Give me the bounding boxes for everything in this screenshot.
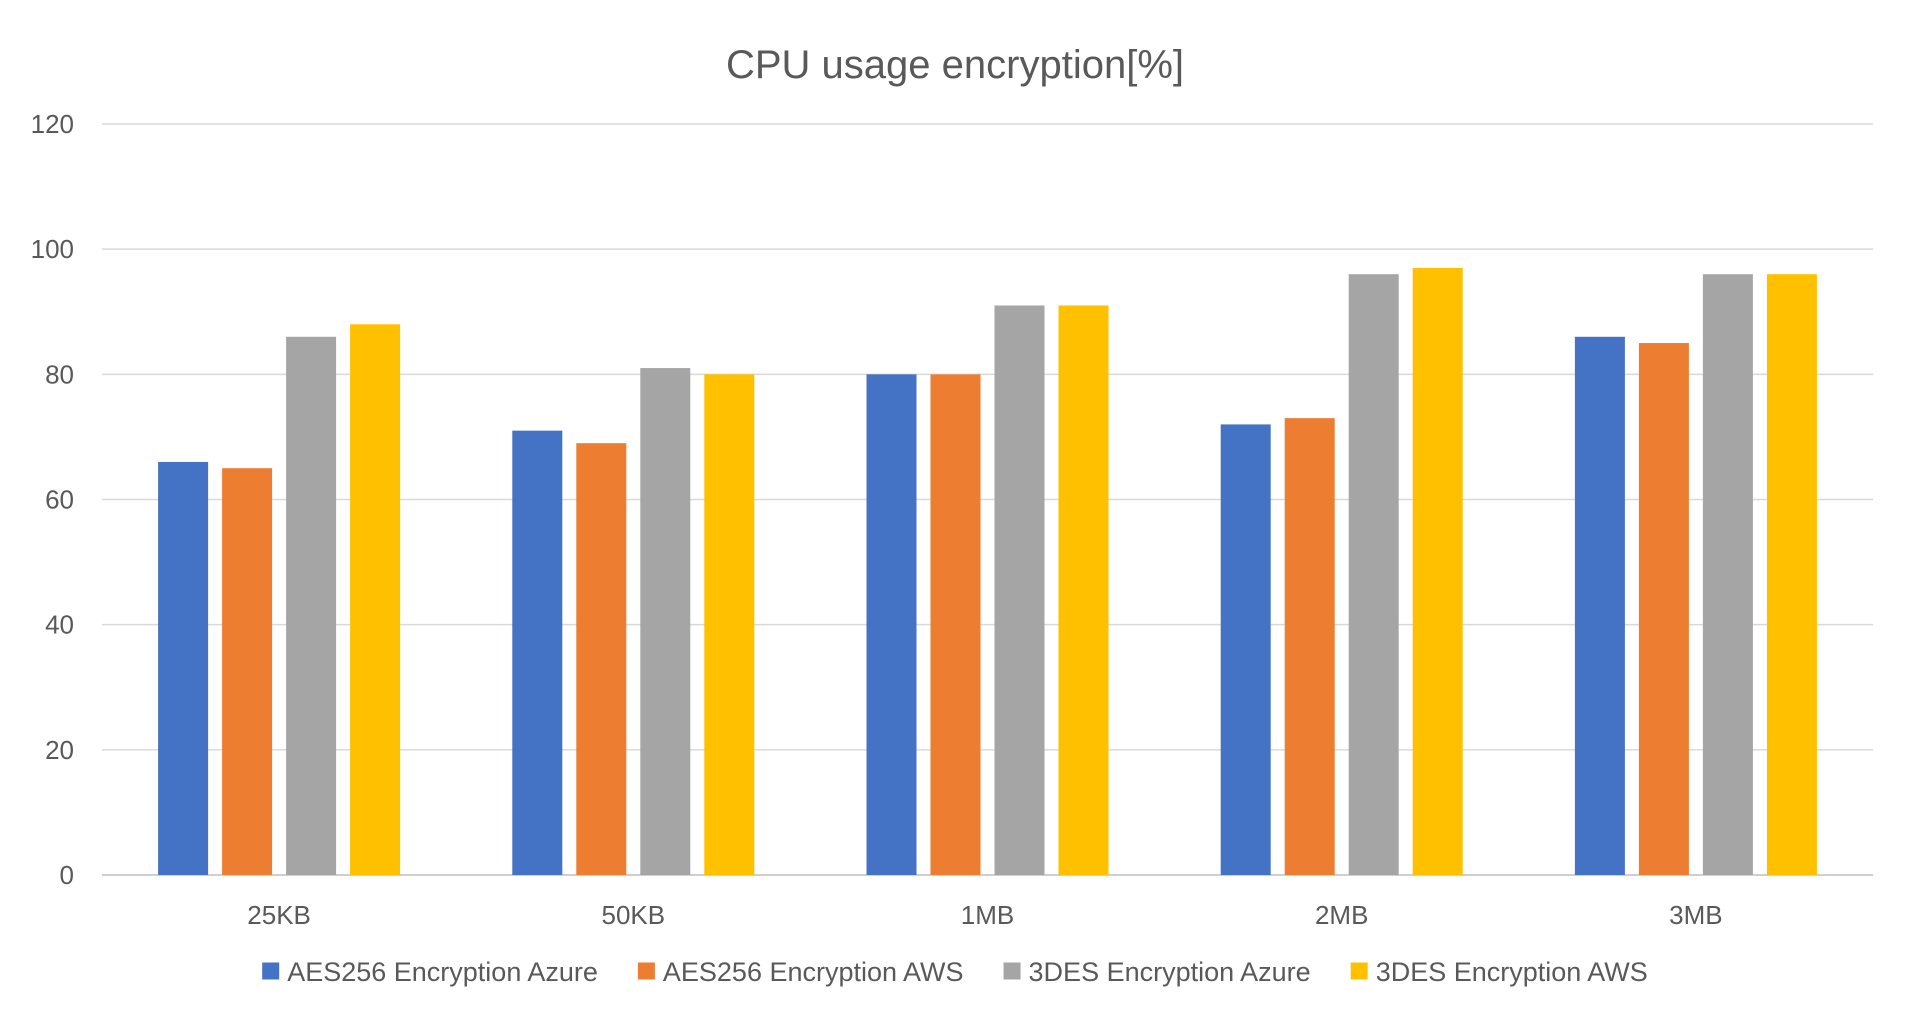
- bar: [640, 368, 691, 875]
- legend-item: AES256 Encryption Azure: [262, 957, 598, 987]
- bar: [866, 374, 917, 875]
- legend-item: 3DES Encryption Azure: [1003, 957, 1311, 987]
- x-category-label: 1MB: [961, 900, 1014, 930]
- legend-swatch: [1350, 962, 1368, 980]
- legend-swatch: [262, 962, 280, 980]
- bar: [576, 443, 627, 875]
- bar: [350, 324, 401, 875]
- bar: [1702, 274, 1753, 875]
- legend-label: 3DES Encryption AWS: [1376, 957, 1648, 987]
- legend-item: AES256 Encryption AWS: [637, 957, 964, 987]
- bar: [1058, 305, 1109, 875]
- bar: [704, 374, 755, 875]
- y-tick-label: 80: [45, 359, 74, 389]
- y-tick-label: 60: [45, 485, 74, 515]
- bar: [222, 468, 273, 875]
- legend-swatch: [637, 962, 655, 980]
- bar: [1412, 267, 1463, 876]
- bar: [512, 430, 563, 875]
- legend-label: AES256 Encryption Azure: [287, 957, 598, 987]
- chart-container: CPU usage encryption[%] 0 20 40 60 80 100 120 …: [0, 0, 1911, 1031]
- x-category-label: 25KB: [247, 900, 311, 930]
- bar-chart: CPU usage encryption[%] 020406080100120 …: [31, 43, 1873, 987]
- bar: [1766, 274, 1817, 875]
- legend-item: 3DES Encryption AWS: [1350, 957, 1648, 987]
- bars: [158, 267, 1817, 876]
- bar: [286, 336, 337, 875]
- bar: [1638, 343, 1689, 876]
- bar: [158, 461, 209, 875]
- x-category-label: 50KB: [601, 900, 665, 930]
- y-tick-label: 120: [31, 109, 74, 139]
- y-axis-tick-labels: 0 20 40 60 80 100 120: [31, 109, 74, 890]
- x-category-label: 3MB: [1669, 900, 1722, 930]
- y-tick-label: 0: [60, 860, 74, 890]
- legend-swatch: [1003, 962, 1021, 980]
- legend-label: AES256 Encryption AWS: [663, 957, 964, 987]
- legend-label: 3DES Encryption Azure: [1029, 957, 1311, 987]
- x-axis-category-labels: 25KB 50KB 1MB 2MB 3MB: [247, 900, 1722, 930]
- y-tick-label: 20: [45, 735, 74, 765]
- bar: [1574, 336, 1625, 875]
- bar: [1348, 274, 1399, 875]
- x-category-label: 2MB: [1315, 900, 1368, 930]
- bar: [994, 305, 1045, 875]
- bar: [1220, 424, 1271, 875]
- bar: [930, 374, 981, 875]
- legend: AES256 Encryption Azure AES256 Encryption…: [262, 957, 1648, 987]
- y-tick-label: 40: [45, 610, 74, 640]
- bar: [1284, 418, 1335, 875]
- chart-title: CPU usage encryption[%]: [726, 43, 1184, 87]
- y-tick-label: 100: [31, 234, 74, 264]
